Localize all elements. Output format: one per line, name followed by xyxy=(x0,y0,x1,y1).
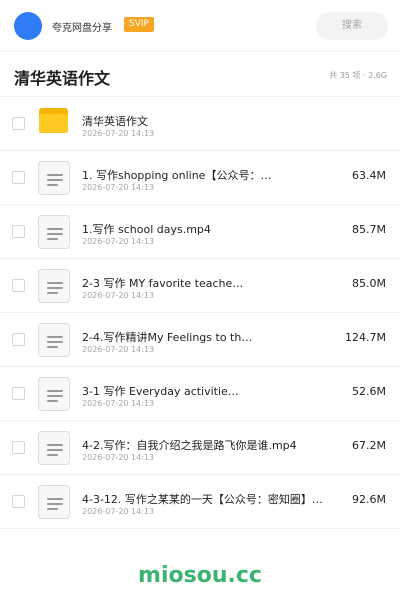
folder-stats: 共 35 项 · 2.6G xyxy=(329,71,387,80)
video-file-icon xyxy=(38,377,70,411)
checkbox[interactable] xyxy=(12,117,25,130)
item-name: 4-2.写作：自我介绍之我是路飞你是谁.mp4 xyxy=(82,439,297,452)
item-date: 2026-07-20 14:13 xyxy=(82,399,155,408)
video-file-icon xyxy=(38,323,70,357)
video-file-icon xyxy=(38,485,70,519)
item-name: 1. 写作shopping online【公众号：… xyxy=(82,169,272,182)
checkbox[interactable] xyxy=(12,279,25,292)
video-file-icon xyxy=(38,161,70,195)
item-size: 85.7M xyxy=(352,223,386,236)
list-item[interactable]: 4-3-12. 写作之某某的一天【公众号：密知圈】… 2026-07-20 14… xyxy=(0,475,400,529)
item-date: 2026-07-20 14:13 xyxy=(82,291,155,300)
video-file-icon xyxy=(38,431,70,465)
item-date: 2026-07-20 14:13 xyxy=(82,183,155,192)
item-size: 67.2M xyxy=(352,439,386,452)
list-item[interactable]: 2-4.写作精讲My Feelings to th… 2026-07-20 14… xyxy=(0,313,400,367)
item-name: 清华英语作文 xyxy=(82,115,148,128)
item-date: 2026-07-20 14:13 xyxy=(82,453,155,462)
checkbox[interactable] xyxy=(12,387,25,400)
list-item[interactable]: 2-3 写作 MY favorite teache… 2026-07-20 14… xyxy=(0,259,400,313)
checkbox[interactable] xyxy=(12,225,25,238)
top-bar: 夸克网盘分享 SVIP 搜索 xyxy=(0,0,400,52)
avatar[interactable] xyxy=(14,12,42,40)
item-date: 2026-07-20 14:13 xyxy=(82,507,155,516)
item-date: 2026-07-20 14:13 xyxy=(82,129,155,138)
watermark: miosou.cc xyxy=(138,563,262,588)
search-button[interactable]: 搜索 xyxy=(316,12,388,40)
checkbox[interactable] xyxy=(12,333,25,346)
item-size: 124.7M xyxy=(345,331,386,344)
item-date: 2026-07-20 14:13 xyxy=(82,345,155,354)
app-name: 夸克网盘分享 xyxy=(52,23,112,34)
item-name: 3-1 写作 Everyday activitie… xyxy=(82,385,239,398)
video-file-icon xyxy=(38,269,70,303)
item-size: 92.6M xyxy=(352,493,386,506)
checkbox[interactable] xyxy=(12,441,25,454)
list-item[interactable]: 1.写作 school days.mp4 2026-07-20 14:13 85… xyxy=(0,205,400,259)
item-size: 85.0M xyxy=(352,277,386,290)
item-name: 2-3 写作 MY favorite teache… xyxy=(82,277,244,290)
checkbox[interactable] xyxy=(12,171,25,184)
list-item-folder[interactable]: 清华英语作文 2026-07-20 14:13 xyxy=(0,97,400,151)
item-size: 52.6M xyxy=(352,385,386,398)
file-list: 清华英语作文 2026-07-20 14:13 1. 写作shopping on… xyxy=(0,97,400,529)
list-item[interactable]: 4-2.写作：自我介绍之我是路飞你是谁.mp4 2026-07-20 14:13… xyxy=(0,421,400,475)
item-name: 2-4.写作精讲My Feelings to th… xyxy=(82,331,253,344)
page-title: 清华英语作文 xyxy=(14,69,111,88)
list-item[interactable]: 3-1 写作 Everyday activitie… 2026-07-20 14… xyxy=(0,367,400,421)
list-item[interactable]: 1. 写作shopping online【公众号：… 2026-07-20 14… xyxy=(0,151,400,205)
checkbox[interactable] xyxy=(12,495,25,508)
item-name: 4-3-12. 写作之某某的一天【公众号：密知圈】… xyxy=(82,493,323,506)
folder-icon xyxy=(39,108,68,133)
item-date: 2026-07-20 14:13 xyxy=(82,237,155,246)
folder-header: 清华英语作文 共 35 项 · 2.6G xyxy=(0,53,400,97)
video-file-icon xyxy=(38,215,70,249)
svip-badge: SVIP xyxy=(124,17,154,32)
item-name: 1.写作 school days.mp4 xyxy=(82,223,211,236)
item-size: 63.4M xyxy=(352,169,386,182)
